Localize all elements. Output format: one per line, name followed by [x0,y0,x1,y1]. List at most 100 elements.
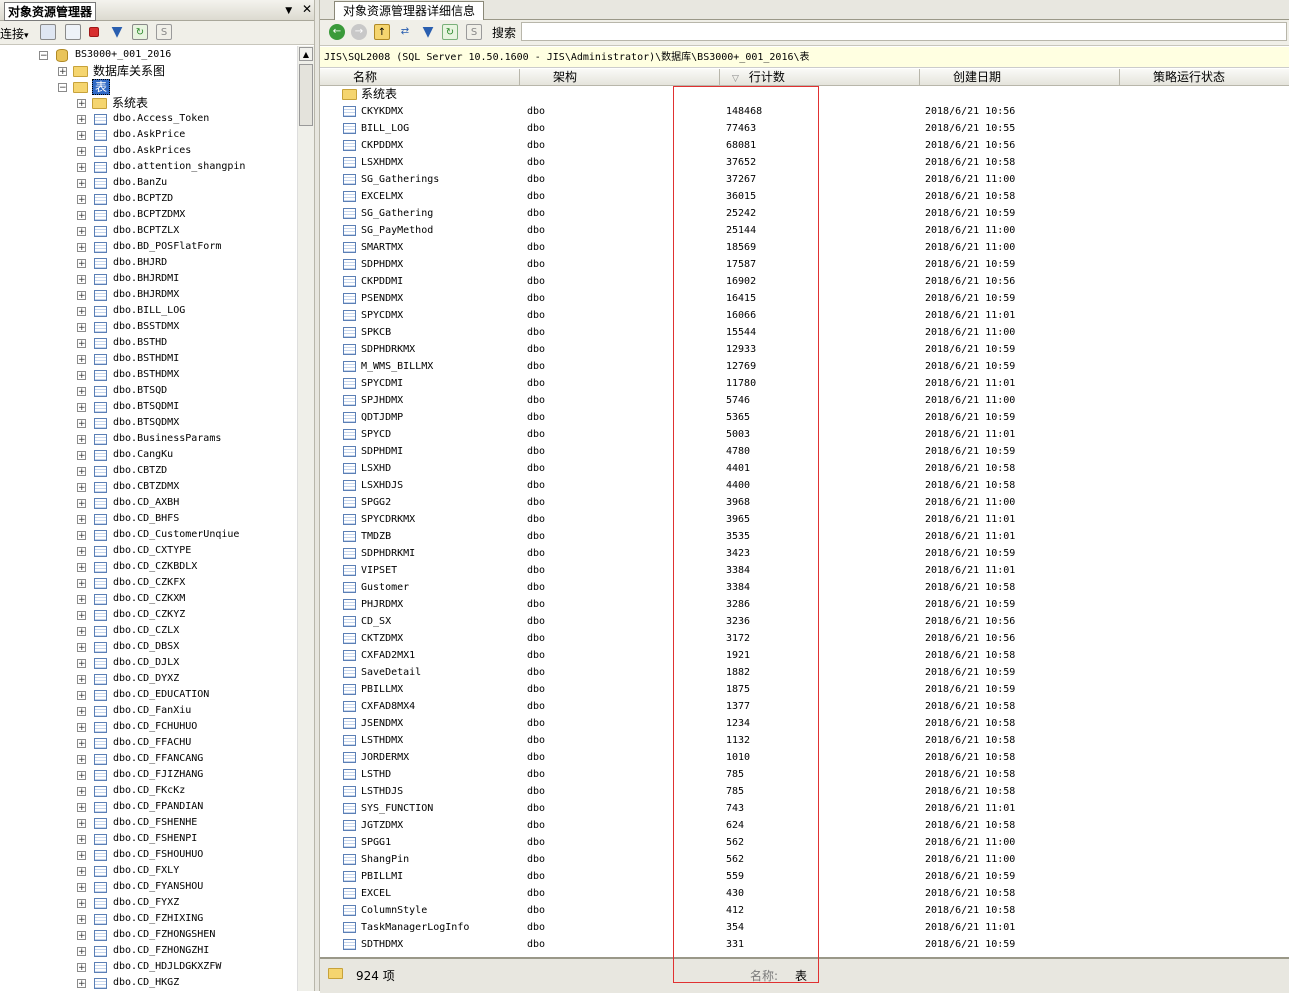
expand-icon[interactable]: + [77,723,86,733]
table-row[interactable]: SG_Gathering dbo 25242 2018/6/21 10:59 [320,205,1289,222]
tree-node-table[interactable]: + dbo.CD_BHFS [0,511,297,527]
expand-icon[interactable]: + [77,803,86,813]
expand-icon[interactable]: + [77,115,86,125]
tree-node-table[interactable]: + dbo.BTSQDMX [0,415,297,431]
expand-icon[interactable]: + [77,787,86,797]
tree-node-table[interactable]: + dbo.BSSTDMX [0,319,297,335]
table-row[interactable]: SDTHDMX dbo 331 2018/6/21 10:59 [320,936,1289,953]
table-row[interactable]: SPJHDMX dbo 5746 2018/6/21 11:00 [320,392,1289,409]
table-row[interactable]: SPYCDMX dbo 16066 2018/6/21 11:01 [320,307,1289,324]
stop-icon[interactable] [89,27,99,37]
table-row[interactable]: ColumnStyle dbo 412 2018/6/21 10:58 [320,902,1289,919]
expand-icon[interactable]: + [77,307,86,317]
expand-icon[interactable]: + [77,291,86,301]
expand-icon[interactable]: + [77,195,86,205]
expand-icon[interactable]: + [77,611,86,621]
table-row[interactable]: SPGG1 dbo 562 2018/6/21 11:00 [320,834,1289,851]
expand-icon[interactable]: + [77,515,86,525]
table-row[interactable]: M_WMS_BILLMX dbo 12769 2018/6/21 10:59 [320,358,1289,375]
table-row[interactable]: QDTJDMP dbo 5365 2018/6/21 10:59 [320,409,1289,426]
tree-node-table[interactable]: + dbo.BHJRDMX [0,287,297,303]
expand-icon[interactable]: + [77,355,86,365]
expand-icon[interactable]: + [77,547,86,557]
tree-node-table[interactable]: + dbo.AskPrice [0,127,297,143]
tree-node-table[interactable]: + dbo.CD_FJIZHANG [0,767,297,783]
scrollbar-thumb[interactable] [299,64,313,126]
tree-node-table[interactable]: + dbo.CD_HDJLDGKXZFW [0,959,297,975]
tree-node-table[interactable]: + dbo.BSTHDMI [0,351,297,367]
tree-node-table[interactable]: + dbo.BusinessParams [0,431,297,447]
expand-icon[interactable]: + [77,979,86,989]
collapse-icon[interactable]: − [58,83,67,93]
table-row[interactable]: CXFAD8MX4 dbo 1377 2018/6/21 10:58 [320,698,1289,715]
table-row[interactable]: ShangPin dbo 562 2018/6/21 11:00 [320,851,1289,868]
expand-icon[interactable]: + [77,947,86,957]
table-row[interactable]: SPYCDRKMX dbo 3965 2018/6/21 11:01 [320,511,1289,528]
expand-icon[interactable]: + [77,531,86,541]
tree-node-diagrams[interactable]: + 数据库关系图 [0,63,297,79]
tree-node-table[interactable]: + dbo.CD_CZLX [0,623,297,639]
table-row[interactable]: EXCEL dbo 430 2018/6/21 10:58 [320,885,1289,902]
expand-icon[interactable]: + [77,211,86,221]
expand-icon[interactable]: + [77,419,86,429]
expand-icon[interactable]: + [77,435,86,445]
expand-icon[interactable]: + [77,499,86,509]
refresh-icon[interactable]: ↻ [442,24,458,40]
expand-icon[interactable]: + [77,739,86,749]
tree-node-table[interactable]: + dbo.CD_FanXiu [0,703,297,719]
table-row[interactable]: SDPHDMI dbo 4780 2018/6/21 10:59 [320,443,1289,460]
tree-node-table[interactable]: + dbo.AskPrices [0,143,297,159]
tree-scrollbar[interactable]: ▲ [297,46,315,991]
table-row[interactable]: JSENDMX dbo 1234 2018/6/21 10:58 [320,715,1289,732]
tree-node-database[interactable]: − BS3000+_001_2016 [0,47,297,63]
expand-icon[interactable]: + [77,883,86,893]
disconnect-icon[interactable] [65,24,81,40]
table-row[interactable]: CKTZDMX dbo 3172 2018/6/21 10:56 [320,630,1289,647]
tree-node-table[interactable]: + dbo.attention_shangpin [0,159,297,175]
expand-icon[interactable]: + [77,451,86,461]
expand-icon[interactable]: + [77,371,86,381]
expand-icon[interactable]: + [77,243,86,253]
tree-node-table[interactable]: + dbo.CD_FSHOUHUO [0,847,297,863]
table-row[interactable]: SMARTMX dbo 18569 2018/6/21 11:00 [320,239,1289,256]
up-folder-icon[interactable]: ↑ [374,24,390,40]
column-header-rowcount[interactable]: ▽ 行计数 [720,69,920,85]
table-row[interactable]: PBILLMI dbo 559 2018/6/21 10:59 [320,868,1289,885]
tree-node-table[interactable]: + dbo.BanZu [0,175,297,191]
column-header-schema[interactable]: 架构 [520,69,720,85]
tree-node-table[interactable]: + dbo.CD_CZKXM [0,591,297,607]
expand-icon[interactable]: + [58,67,67,77]
table-row[interactable]: SG_PayMethod dbo 25144 2018/6/21 11:00 [320,222,1289,239]
tree-node-table[interactable]: + dbo.BCPTZD [0,191,297,207]
column-header-created[interactable]: 创建日期 [920,69,1120,85]
table-row[interactable]: SYS_FUNCTION dbo 743 2018/6/21 11:01 [320,800,1289,817]
table-row[interactable]: SDPHDMX dbo 17587 2018/6/21 10:59 [320,256,1289,273]
table-row[interactable]: CD_SX dbo 3236 2018/6/21 10:56 [320,613,1289,630]
tree-node-table[interactable]: + dbo.CD_FZHONGZHI [0,943,297,959]
expand-icon[interactable]: + [77,227,86,237]
expand-icon[interactable]: + [77,867,86,877]
table-row[interactable]: EXCELMX dbo 36015 2018/6/21 10:58 [320,188,1289,205]
expand-icon[interactable]: + [77,579,86,589]
expand-icon[interactable]: + [77,403,86,413]
tree-node-table[interactable]: + dbo.CD_HKGZ [0,975,297,991]
expand-icon[interactable]: + [77,339,86,349]
table-row[interactable]: CKYKDMX dbo 148468 2018/6/21 10:56 [320,103,1289,120]
tree-node-table[interactable]: + dbo.CD_FFACHU [0,735,297,751]
tree-node-table[interactable]: + dbo.CD_AXBH [0,495,297,511]
expand-icon[interactable]: + [77,147,86,157]
scroll-up-icon[interactable]: ▲ [299,47,313,61]
tree-node-table[interactable]: + dbo.CD_FZHIXING [0,911,297,927]
table-row[interactable]: TaskManagerLogInfo dbo 354 2018/6/21 11:01 [320,919,1289,936]
table-row[interactable]: LSXHDMX dbo 37652 2018/6/21 10:58 [320,154,1289,171]
collapse-icon[interactable]: − [39,51,48,61]
tree-node-table[interactable]: + dbo.CD_FCHUHUO [0,719,297,735]
tree-node-table[interactable]: + dbo.CD_FYXZ [0,895,297,911]
search-input[interactable] [521,22,1287,41]
tree-node-table[interactable]: + dbo.CD_FKcKz [0,783,297,799]
table-row[interactable]: SPYCD dbo 5003 2018/6/21 11:01 [320,426,1289,443]
expand-icon[interactable]: + [77,627,86,637]
tree-node-table[interactable]: + dbo.BILL_LOG [0,303,297,319]
expand-icon[interactable]: + [77,387,86,397]
table-row[interactable]: JORDERMX dbo 1010 2018/6/21 10:58 [320,749,1289,766]
